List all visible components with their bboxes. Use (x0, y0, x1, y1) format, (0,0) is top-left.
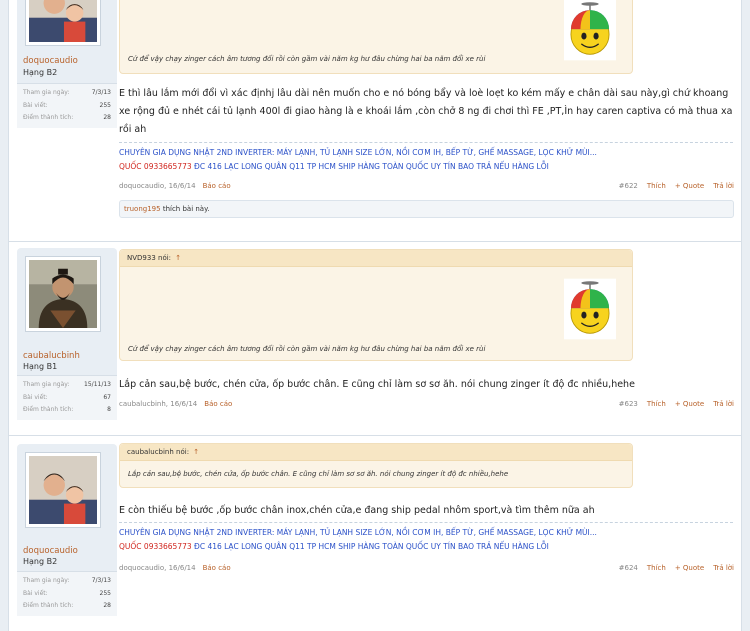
stat-join-date: Tham gia ngày: 7/3/13 (23, 89, 111, 96)
signature-line-2[interactable]: QUỐC 0933665773 ĐC 416 LẠC LONG QUÂN Q11… (119, 540, 733, 554)
stat-posts: Bài viết: 255 (23, 101, 111, 109)
post-number[interactable]: #624 (619, 564, 638, 572)
reply-link[interactable]: Trả lời (713, 400, 734, 408)
meta-date[interactable]: 16/6/14 (170, 400, 197, 408)
avatar[interactable] (25, 0, 101, 46)
avatar-photo-icon (29, 456, 97, 524)
user-info: caubalucbinh Hạng B1 Tham gia ngày: 15/11… (17, 248, 117, 420)
quote-text: Lắp cản sau,bệ bước, chén cửa, ốp bước c… (128, 470, 509, 478)
liker-name[interactable]: truong195 (124, 205, 161, 213)
post-number[interactable]: #623 (619, 400, 638, 408)
stat-join-date: Tham gia ngày: 7/3/13 (23, 577, 111, 584)
post-content: NVD933 nói: ↑ Cứ để vậy chạy zinger cách… (119, 242, 734, 436)
user-stats: Tham gia ngày: 7/3/13 Bài viết: 255 Điểm t… (17, 571, 117, 616)
post-message: E thì lâu lắm mới đổi vì xác địnhj lâu d… (119, 88, 733, 135)
user-rank: Hạng B1 (23, 362, 58, 371)
post-624: doquocaudio Hạng B2 Tham gia ngày: 7/3/13… (9, 436, 741, 631)
username[interactable]: doquocaudio (23, 56, 78, 66)
report-link[interactable]: Báo cáo (204, 400, 232, 408)
signature: CHUYÊN GIA DỤNG NHẬT 2ND INVERTER: MÁY L… (119, 522, 733, 554)
user-info: doquocaudio Hạng B2 Tham gia ngày: 7/3/13… (17, 0, 117, 128)
post-message: Lắp cản sau,bệ bước, chén cửa, ốp bước c… (119, 379, 635, 390)
like-link[interactable]: Thích (647, 400, 666, 408)
user-rank: Hạng B2 (23, 68, 58, 77)
username[interactable]: caubalucbinh (23, 351, 80, 361)
signature-line-1[interactable]: CHUYÊN GIA DỤNG NHẬT 2ND INVERTER: MÁY L… (119, 146, 733, 160)
smiley-propeller-icon (564, 0, 616, 61)
quote-link[interactable]: + Quote (675, 400, 704, 408)
quote-header: NVD933 nói: ↑ (120, 250, 632, 267)
stat-join-date: Tham gia ngày: 15/11/13 (23, 381, 111, 388)
signature: CHUYÊN GIA DỤNG NHẬT 2ND INVERTER: MÁY L… (119, 142, 733, 174)
signature-line-1[interactable]: CHUYÊN GIA DỤNG NHẬT 2ND INVERTER: MÁY L… (119, 526, 733, 540)
post-content: caubalucbinh nói: ↑ Lắp cản sau,bệ bước,… (119, 436, 734, 631)
user-rank: Hạng B2 (23, 557, 58, 566)
report-link[interactable]: Báo cáo (203, 182, 231, 190)
stat-points: Điểm thành tích: 8 (23, 406, 111, 413)
post-content: Cứ để vậy chạy zinger cách âm tương đối … (119, 0, 734, 242)
likes-summary: truong195 thích bài này. (119, 200, 734, 218)
stat-points: Điểm thành tích: 28 (23, 114, 111, 121)
meta-author[interactable]: caubalucbinh, (119, 400, 168, 408)
report-link[interactable]: Báo cáo (203, 564, 231, 572)
post-622: doquocaudio Hạng B2 Tham gia ngày: 7/3/13… (9, 0, 741, 242)
post-meta: caubalucbinh, 16/6/14 Báo cáo #623 Thích… (119, 400, 734, 408)
reply-link[interactable]: Trả lời (713, 182, 734, 190)
quote-jump-icon[interactable]: ↑ (175, 254, 181, 262)
quote-text: Cứ để vậy chạy zinger cách âm tương đối … (128, 345, 486, 353)
quote-text: Cứ để vậy chạy zinger cách âm tương đối … (128, 55, 486, 63)
meta-author[interactable]: doquocaudio, (119, 564, 166, 572)
stat-points: Điểm thành tích: 28 (23, 602, 111, 609)
meta-author[interactable]: doquocaudio, (119, 182, 166, 190)
post-623: caubalucbinh Hạng B1 Tham gia ngày: 15/11… (9, 242, 741, 436)
quote-author[interactable]: caubalucbinh nói: (127, 448, 189, 456)
user-info: doquocaudio Hạng B2 Tham gia ngày: 7/3/13… (17, 444, 117, 616)
post-meta: doquocaudio, 16/6/14 Báo cáo #622 Thích … (119, 182, 734, 190)
avatar[interactable] (25, 452, 101, 528)
likes-text: thích bài này. (160, 205, 210, 213)
quote-box: caubalucbinh nói: ↑ Lắp cản sau,bệ bước,… (119, 443, 633, 488)
quote-box: Cứ để vậy chạy zinger cách âm tương đối … (119, 0, 633, 74)
user-stats: Tham gia ngày: 15/11/13 Bài viết: 67 Điểm … (17, 375, 117, 420)
quote-link[interactable]: + Quote (675, 564, 704, 572)
quote-jump-icon[interactable]: ↑ (193, 448, 199, 456)
signature-phone: QUỐC 0933665773 (119, 542, 192, 551)
user-stats: Tham gia ngày: 7/3/13 Bài viết: 255 Điểm t… (17, 83, 117, 128)
avatar-photo-icon (29, 260, 97, 328)
signature-phone: QUỐC 0933665773 (119, 162, 192, 171)
stat-posts: Bài viết: 255 (23, 589, 111, 597)
username[interactable]: doquocaudio (23, 546, 78, 556)
post-meta: doquocaudio, 16/6/14 Báo cáo #624 Thích … (119, 564, 734, 572)
signature-line-2[interactable]: QUỐC 0933665773 ĐC 416 LẠC LONG QUÂN Q11… (119, 160, 733, 174)
thread-container: doquocaudio Hạng B2 Tham gia ngày: 7/3/13… (8, 0, 742, 631)
post-number[interactable]: #622 (619, 182, 638, 190)
meta-date[interactable]: 16/6/14 (169, 182, 196, 190)
smiley-propeller-icon (564, 278, 616, 340)
quote-link[interactable]: + Quote (675, 182, 704, 190)
like-link[interactable]: Thích (647, 564, 666, 572)
avatar-photo-icon (29, 0, 97, 42)
post-message: E còn thiếu bệ bước ,ốp bước chân inox,c… (119, 505, 595, 516)
reply-link[interactable]: Trả lời (713, 564, 734, 572)
stat-posts: Bài viết: 67 (23, 393, 111, 401)
meta-date[interactable]: 16/6/14 (169, 564, 196, 572)
avatar[interactable] (25, 256, 101, 332)
quote-box: NVD933 nói: ↑ Cứ để vậy chạy zinger cách… (119, 249, 633, 361)
quote-author[interactable]: NVD933 nói: (127, 254, 171, 262)
like-link[interactable]: Thích (647, 182, 666, 190)
quote-header: caubalucbinh nói: ↑ (120, 444, 632, 461)
